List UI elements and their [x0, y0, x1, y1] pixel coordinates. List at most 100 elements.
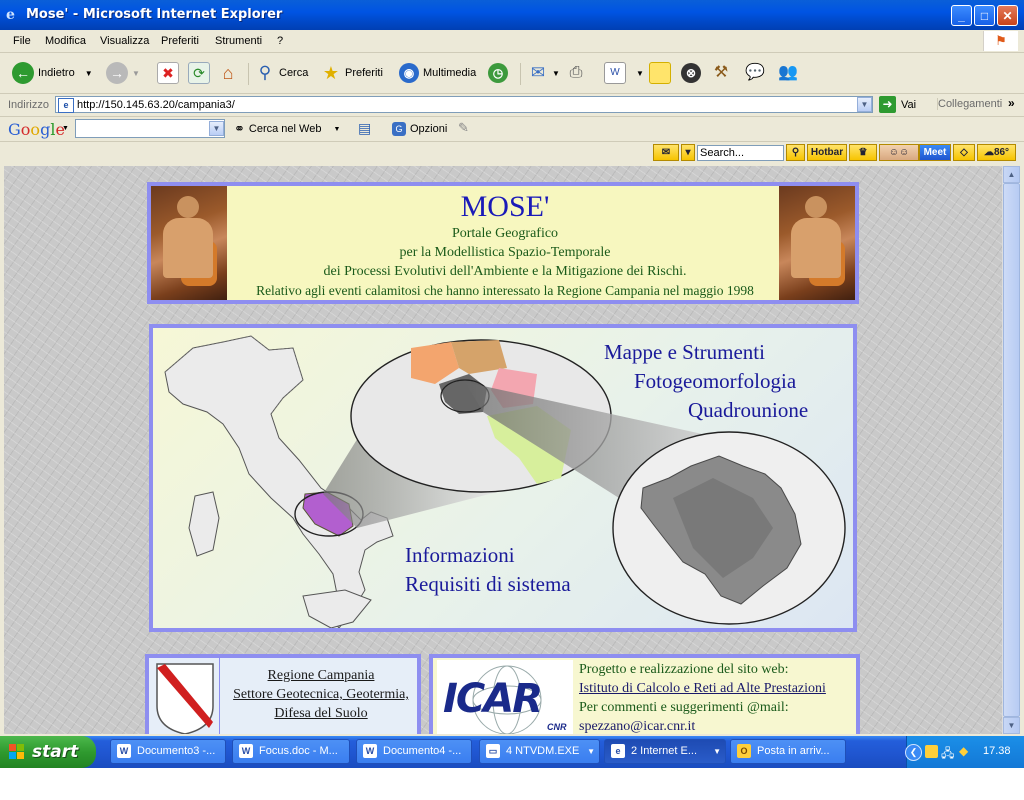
google-logo[interactable]: Google — [8, 120, 65, 139]
tray-expand-icon[interactable]: ❮ — [905, 744, 922, 761]
highlight-pen-icon[interactable]: ✎ — [458, 120, 469, 136]
weather-button[interactable]: ☁86° — [977, 144, 1016, 161]
scroll-up-icon[interactable]: ▲ — [1003, 166, 1020, 183]
research-button[interactable]: ⊗ — [681, 61, 701, 85]
back-button[interactable]: ← Indietro ▼ — [12, 61, 93, 85]
meet-button[interactable]: Meet — [919, 144, 951, 161]
tools-button[interactable]: ⚒ — [711, 61, 731, 85]
options-button[interactable]: G Opzioni — [392, 119, 447, 139]
tray-app-icon[interactable] — [925, 745, 938, 758]
menu-strumenti[interactable]: Strumenti — [215, 35, 262, 47]
scroll-thumb[interactable] — [1003, 183, 1020, 717]
moses-statue-image-right — [779, 186, 855, 300]
close-button[interactable]: ✕ — [997, 5, 1018, 26]
refresh-icon: ⟳ — [188, 62, 210, 84]
start-button[interactable]: start — [0, 736, 96, 768]
go-button[interactable]: ➜ Vai — [879, 96, 916, 113]
email-link[interactable]: spezzano@icar.cnr.it — [579, 717, 859, 734]
task-focus-doc[interactable]: W Focus.doc - M... — [232, 739, 350, 764]
address-label: Indirizzo — [8, 99, 49, 111]
clock[interactable]: 17.38 — [983, 745, 1011, 757]
favorites-label: Preferiti — [345, 67, 383, 79]
mail-button[interactable]: ✉ ▼ — [528, 61, 560, 85]
mail-dropdown-icon[interactable]: ▼ — [552, 69, 560, 78]
stop-button[interactable]: ✖ — [157, 61, 179, 85]
system-tray: ❮ 🖧 ◆ 17.38 — [905, 736, 1024, 768]
google-search-input[interactable]: ▼ — [75, 119, 225, 138]
ie-task-icon: e — [611, 744, 625, 758]
link-icar[interactable]: Istituto di Calcolo e Reti ad Alte Prest… — [579, 679, 859, 698]
word-icon: W — [604, 62, 626, 84]
media-button[interactable]: ◉ Multimedia — [399, 61, 476, 85]
task-documento3[interactable]: W Documento3 -... — [110, 739, 226, 764]
address-input[interactable]: e http://150.145.63.20/campania3/ ▼ — [55, 96, 873, 113]
search-web-button[interactable]: ⚭ Cerca nel Web ▼ — [234, 119, 340, 139]
search-button[interactable]: ⚲ Cerca — [255, 61, 309, 85]
forward-button[interactable]: → ▼ — [106, 61, 140, 85]
crown-icon[interactable]: ♛ — [849, 144, 877, 161]
hotbar-button[interactable]: Hotbar — [807, 144, 847, 161]
favorites-button[interactable]: ★ Preferiti — [321, 61, 383, 85]
menu-help[interactable]: ? — [277, 35, 283, 47]
edit-button[interactable]: W ▼ — [604, 61, 644, 85]
task-internet-explorer[interactable]: e 2 Internet E... ▼ — [604, 739, 726, 764]
vertical-scrollbar[interactable]: ▲ ▼ — [1002, 166, 1020, 734]
task-posta[interactable]: O Posta in arriv... — [730, 739, 846, 764]
window-title: Mose' - Microsoft Internet Explorer — [26, 7, 283, 22]
task-ntvdm[interactable]: ▭ 4 NTVDM.EXE ▼ — [479, 739, 600, 764]
regione-campania-crest-icon[interactable] — [155, 662, 215, 734]
pagerank-icon[interactable]: ▤ — [358, 120, 371, 137]
console-icon: ▭ — [486, 744, 500, 758]
hotbar-search-icon[interactable]: ⚲ — [786, 144, 805, 161]
notes-button[interactable] — [649, 61, 671, 85]
scroll-down-icon[interactable]: ▼ — [1003, 717, 1020, 734]
binoculars-icon: ⚭ — [234, 121, 245, 136]
link-quadrounione[interactable]: Quadrounione — [688, 398, 808, 423]
menu-modifica[interactable]: Modifica — [45, 35, 86, 47]
search-web-dropdown-icon[interactable]: ▼ — [333, 126, 340, 133]
task-group-dropdown-icon: ▼ — [713, 747, 721, 756]
hotbar-search-input[interactable]: Search... — [697, 145, 784, 161]
menu-file[interactable]: File — [13, 35, 31, 47]
banner-line-3: dei Processi Evolutivi dell'Ambiente e l… — [323, 264, 687, 279]
link-requisiti-sistema[interactable]: Requisiti di sistema — [405, 572, 571, 597]
tray-diamond-icon[interactable]: ◆ — [959, 744, 968, 758]
google-search-dropdown-icon[interactable]: ▼ — [209, 121, 224, 136]
link-difesa-suolo[interactable]: Difesa del Suolo — [221, 704, 421, 723]
back-dropdown-icon[interactable]: ▼ — [85, 69, 93, 78]
faces-icon[interactable]: ☺☺ — [879, 144, 919, 161]
menu-visualizza[interactable]: Visualizza — [100, 35, 149, 47]
star-icon: ★ — [322, 63, 340, 83]
forward-arrow-icon: → — [106, 62, 128, 84]
link-settore-geotecnica[interactable]: Settore Geotecnica, Geotermia, — [221, 685, 421, 704]
link-informazioni[interactable]: Informazioni — [405, 543, 515, 568]
page-title: MOSE' — [460, 190, 550, 223]
print-button[interactable]: ⎙ — [566, 61, 586, 85]
network-icon[interactable]: 🖧 — [941, 744, 954, 765]
address-dropdown-icon[interactable]: ▼ — [857, 97, 872, 112]
google-menu-icon[interactable]: ▼ — [62, 125, 69, 132]
forward-dropdown-icon[interactable]: ▼ — [132, 69, 140, 78]
hotbar-diamond-icon[interactable]: ◇ — [953, 144, 975, 161]
links-more-icon[interactable]: » — [1008, 96, 1015, 110]
links-button[interactable]: Collegamenti — [937, 98, 1002, 110]
header-banner: MOSE' Portale Geografico per la Modellis… — [147, 182, 859, 304]
edit-dropdown-icon[interactable]: ▼ — [636, 69, 644, 78]
link-regione-campania[interactable]: Regione Campania — [221, 666, 421, 685]
link-mappe-strumenti[interactable]: Mappe e Strumenti — [604, 340, 765, 365]
history-button[interactable]: ◷ — [488, 61, 508, 85]
maximize-button[interactable]: □ — [974, 5, 995, 26]
search-label: Cerca — [279, 67, 309, 79]
menu-preferiti[interactable]: Preferiti — [161, 35, 199, 47]
hotbar-mail-dropdown-icon[interactable]: ▾ — [681, 144, 695, 161]
options-label: Opzioni — [410, 123, 448, 135]
discuss-button[interactable]: 💬 — [745, 61, 765, 85]
hotbar-mail-icon[interactable]: ✉ — [653, 144, 679, 161]
refresh-button[interactable]: ⟳ — [188, 61, 210, 85]
task-documento4[interactable]: W Documento4 -... — [356, 739, 472, 764]
link-fotogeomorfologia[interactable]: Fotogeomorfologia — [634, 369, 796, 394]
minimize-button[interactable]: _ — [951, 5, 972, 26]
messenger-button[interactable]: 👥 — [778, 61, 798, 85]
icar-logo[interactable]: ICAR CNR — [437, 660, 573, 734]
home-button[interactable]: ⌂ — [218, 61, 238, 85]
